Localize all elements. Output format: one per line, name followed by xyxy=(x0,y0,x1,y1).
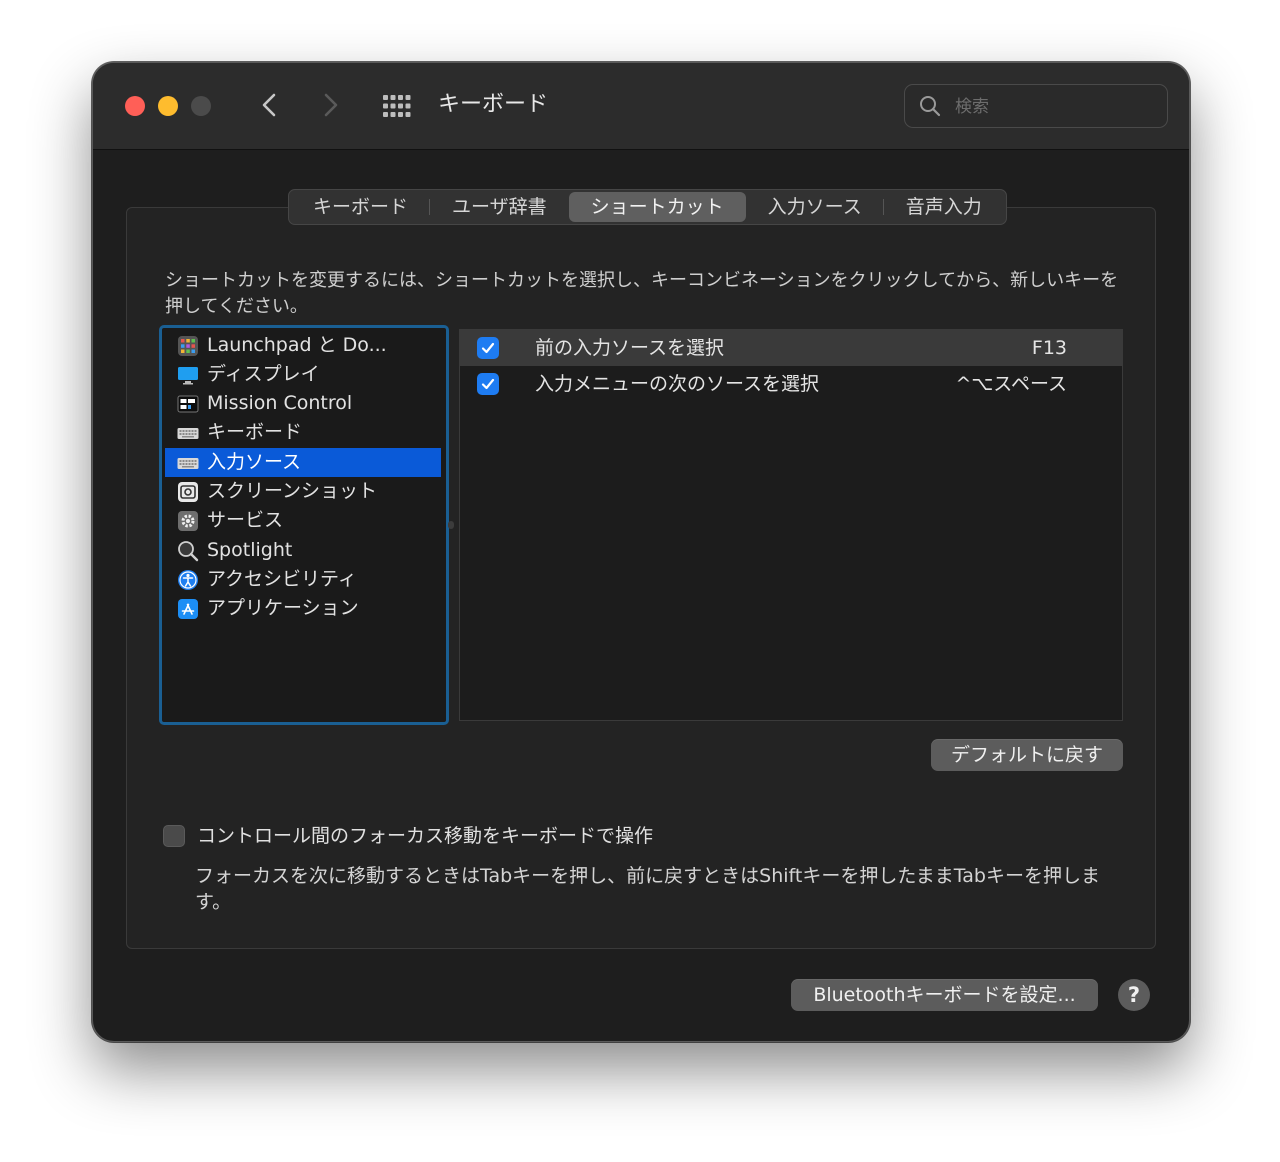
search-field[interactable] xyxy=(904,84,1168,128)
zoom-button[interactable] xyxy=(191,96,211,116)
sidebar-item-label: 入力ソース xyxy=(207,451,302,473)
sidebar-item-label: Spotlight xyxy=(207,539,293,561)
shortcuts-table[interactable]: 前の入力ソースを選択 F13 入力メニューの次のソースを選択 ^⌥スペース xyxy=(459,329,1123,721)
shortcut-name: 入力メニューの次のソースを選択 xyxy=(535,373,820,395)
gear-icon xyxy=(178,511,198,531)
sidebar-item-spotlight[interactable]: Spotlight xyxy=(165,536,441,565)
search-icon xyxy=(920,96,941,117)
sidebar-item-label: アクセシビリティ xyxy=(207,568,357,590)
sidebar-item-label: キーボード xyxy=(207,421,303,443)
sidebar-item-label: スクリーンショット xyxy=(207,480,378,502)
shortcut-name: 前の入力ソースを選択 xyxy=(535,337,725,359)
tab-bar: キーボード ユーザ辞書 ショートカット 入力ソース 音声入力 xyxy=(288,189,1007,225)
sidebar-item-services[interactable]: サービス xyxy=(165,506,441,535)
shortcut-category-list[interactable]: Launchpad と Do... ディスプレイ Mission Control… xyxy=(159,325,449,725)
checkmark-icon xyxy=(481,378,495,390)
shortcut-enabled-checkbox[interactable] xyxy=(477,373,499,395)
app-store-icon xyxy=(178,599,198,619)
accessibility-icon xyxy=(178,570,198,590)
mission-control-icon xyxy=(177,395,199,413)
keyboard-icon xyxy=(177,458,199,469)
chevron-right-icon xyxy=(324,93,338,117)
window-title: キーボード xyxy=(438,92,549,117)
split-view-divider[interactable] xyxy=(448,521,454,529)
chevron-left-icon xyxy=(262,93,276,117)
shortcut-key[interactable]: F13 xyxy=(1032,330,1067,366)
screenshot-icon xyxy=(178,482,198,502)
title-bar: キーボード xyxy=(93,63,1189,150)
show-all-grid-icon[interactable] xyxy=(381,93,413,119)
display-icon xyxy=(178,367,198,385)
checkmark-icon xyxy=(481,342,495,354)
tab-shortcuts[interactable]: ショートカット xyxy=(568,192,746,222)
keyboard-icon xyxy=(177,428,199,439)
keyboard-navigation-label: コントロール間のフォーカス移動をキーボードで操作 xyxy=(197,825,654,847)
keyboard-navigation-description: フォーカスを次に移動するときはTabキーを押し、前に戻すときはShiftキーを押… xyxy=(195,865,1100,913)
table-row[interactable]: 入力メニューの次のソースを選択 ^⌥スペース xyxy=(460,366,1122,402)
instructions-text: ショートカットを変更するには、ショートカットを選択し、キーコンビネーションをクリ… xyxy=(165,270,1119,317)
sidebar-item-screenshot[interactable]: スクリーンショット xyxy=(165,477,441,506)
sidebar-item-keyboard[interactable]: キーボード xyxy=(165,418,441,447)
restore-defaults-button[interactable]: デフォルトに戻す xyxy=(931,739,1123,771)
tab-user-dictionary[interactable]: ユーザ辞書 xyxy=(430,192,569,222)
magnifier-icon xyxy=(178,541,199,562)
preferences-window: キーボード キーボード ユーザ辞書 ショートカット 入力ソース 音声入力 ショー… xyxy=(92,62,1190,1042)
tab-keyboard[interactable]: キーボード xyxy=(291,192,431,222)
sidebar-item-label: アプリケーション xyxy=(207,597,359,619)
sidebar-item-display[interactable]: ディスプレイ xyxy=(165,360,441,389)
shortcut-enabled-checkbox[interactable] xyxy=(477,337,499,359)
sidebar-item-mission-control[interactable]: Mission Control xyxy=(165,389,441,418)
minimize-button[interactable] xyxy=(158,96,178,116)
setup-bluetooth-keyboard-button[interactable]: Bluetoothキーボードを設定... xyxy=(791,979,1098,1011)
shortcut-key[interactable]: ^⌥スペース xyxy=(955,366,1067,402)
search-input[interactable] xyxy=(953,91,1157,123)
sidebar-item-applications[interactable]: アプリケーション xyxy=(165,594,441,623)
help-button[interactable]: ? xyxy=(1118,979,1150,1011)
sidebar-item-label: サービス xyxy=(207,509,284,531)
sidebar-item-accessibility[interactable]: アクセシビリティ xyxy=(165,565,441,594)
sidebar-item-launchpad-dock[interactable]: Launchpad と Do... xyxy=(165,331,441,360)
sidebar-item-label: ディスプレイ xyxy=(207,363,320,385)
close-button[interactable] xyxy=(125,96,145,116)
sidebar-item-label: Mission Control xyxy=(207,392,353,414)
sidebar-item-input-sources[interactable]: 入力ソース xyxy=(165,448,441,477)
tab-dictation[interactable]: 音声入力 xyxy=(884,192,1004,222)
keyboard-navigation-checkbox[interactable] xyxy=(163,825,185,847)
back-button[interactable] xyxy=(255,87,285,123)
table-row[interactable]: 前の入力ソースを選択 F13 xyxy=(460,330,1122,366)
tab-input-sources[interactable]: 入力ソース xyxy=(746,192,884,222)
launchpad-icon xyxy=(178,336,198,356)
sidebar-item-label: Launchpad と Do... xyxy=(207,334,387,356)
forward-button[interactable] xyxy=(315,87,345,123)
